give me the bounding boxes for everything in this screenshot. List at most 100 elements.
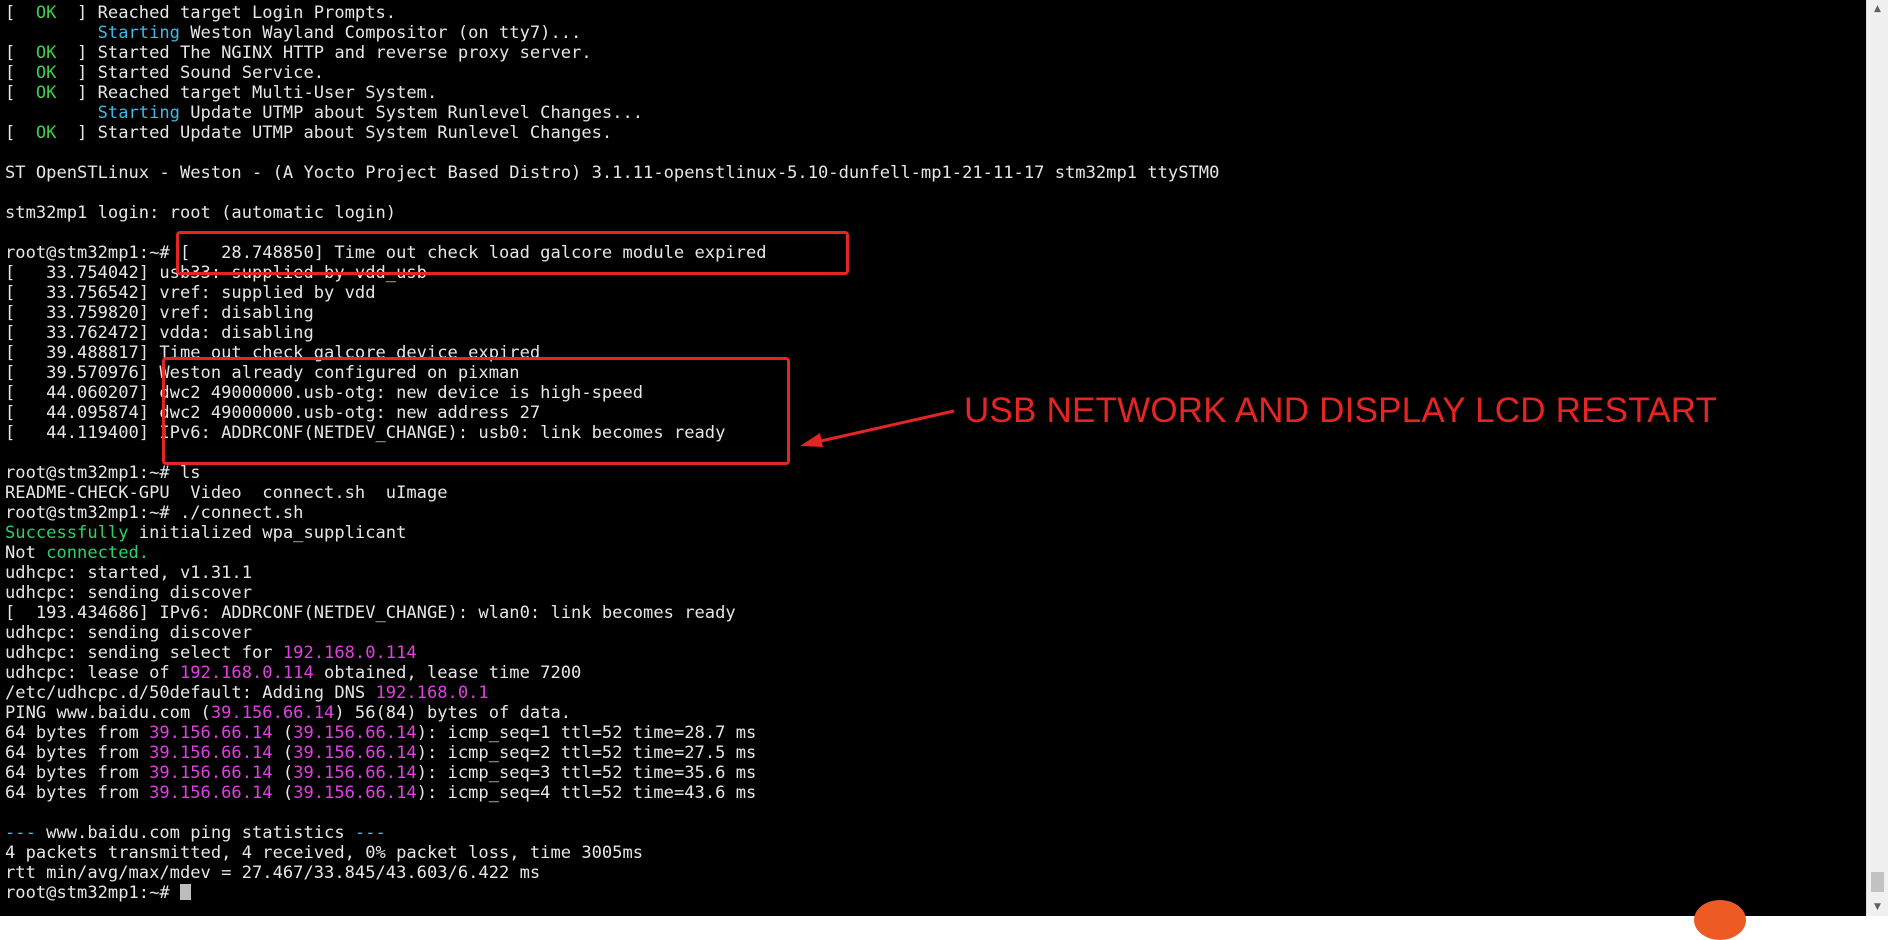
terminal-text: root@stm32mp1:~# — [5, 883, 180, 903]
terminal-line: Successfully initialized wpa_supplicant — [5, 523, 1219, 543]
terminal-text: Weston Wayland Compositor (on tty7)... — [179, 23, 582, 43]
terminal-line: [ 33.756542] vref: supplied by vdd — [5, 283, 1219, 303]
terminal-text: root@stm32mp1:~# ./connect.sh — [5, 503, 304, 523]
terminal-line: udhcpc: sending select for 192.168.0.114 — [5, 643, 1219, 663]
terminal-text: ( — [272, 723, 294, 743]
terminal-text: [ — [5, 3, 36, 23]
terminal-text-success: Successfully — [5, 523, 129, 543]
terminal-line: [ 33.759820] vref: disabling — [5, 303, 1219, 323]
terminal-text: /etc/udhcpc.d/50default: Adding DNS — [5, 683, 376, 703]
terminal-text: README-CHECK-GPU Video connect.sh uImage — [5, 483, 448, 503]
terminal-line: udhcpc: lease of 192.168.0.114 obtained,… — [5, 663, 1219, 683]
terminal-text: Not — [5, 543, 47, 563]
terminal-line: root@stm32mp1:~# ./connect.sh — [5, 503, 1219, 523]
terminal-text: obtained, lease time 7200 — [313, 663, 582, 683]
terminal-text: initialized wpa_supplicant — [128, 523, 407, 543]
annotation-label: USB NETWORK AND DISPLAY LCD RESTART — [964, 391, 1718, 430]
annotation-arrow-icon — [800, 409, 955, 447]
terminal-text: 64 bytes from — [5, 783, 150, 803]
terminal-line: udhcpc: started, v1.31.1 — [5, 563, 1219, 583]
triangle-down-icon[interactable]: ▼ — [1867, 898, 1888, 916]
terminal-text: [ 193.434686] IPv6: ADDRCONF(NETDEV_CHAN… — [5, 603, 736, 623]
terminal-line: [ 33.762472] vdda: disabling — [5, 323, 1219, 343]
terminal-line: root@stm32mp1:~# ls — [5, 463, 1219, 483]
terminal-line: 64 bytes from 39.156.66.14 (39.156.66.14… — [5, 723, 1219, 743]
terminal-text-ip: 39.156.66.14 — [149, 783, 273, 803]
terminal-text: [ — [5, 43, 36, 63]
terminal-text: udhcpc: started, v1.31.1 — [5, 563, 252, 583]
terminal-text: [ — [5, 63, 36, 83]
terminal-line: PING www.baidu.com (39.156.66.14) 56(84)… — [5, 703, 1219, 723]
terminal-line: 4 packets transmitted, 4 received, 0% pa… — [5, 843, 1219, 863]
terminal-text: udhcpc: sending discover — [5, 583, 252, 603]
terminal-text: stm32mp1 login: root (automatic login) — [5, 203, 397, 223]
terminal-text: 4 packets transmitted, 4 received, 0% pa… — [5, 843, 644, 863]
terminal-line: 64 bytes from 39.156.66.14 (39.156.66.14… — [5, 763, 1219, 783]
terminal-text-ip: 192.168.0.114 — [179, 663, 314, 683]
terminal-line: root@stm32mp1:~# — [5, 883, 1219, 903]
terminal-text: PING www.baidu.com ( — [5, 703, 211, 723]
terminal-text: ( — [272, 763, 294, 783]
vertical-scrollbar[interactable]: ▲ ▼ — [1866, 0, 1888, 916]
terminal-text-ip: 39.156.66.14 — [293, 783, 417, 803]
terminal-text: ST OpenSTLinux - Weston - (A Yocto Proje… — [5, 163, 1220, 183]
terminal-text-dashes: --- — [344, 823, 386, 843]
terminal-text: ] Started Sound Service. — [56, 63, 325, 83]
terminal-line: stm32mp1 login: root (automatic login) — [5, 203, 1219, 223]
terminal-line: ST OpenSTLinux - Weston - (A Yocto Proje… — [5, 163, 1219, 183]
annotation-box-galcore — [176, 231, 849, 275]
terminal-text: udhcpc: sending select for — [5, 643, 283, 663]
terminal-text-ip: 39.156.66.14 — [293, 723, 417, 743]
terminal-text: 64 bytes from — [5, 763, 150, 783]
terminal-text-ip: 39.156.66.14 — [149, 743, 273, 763]
terminal-window[interactable]: [ OK ] Reached target Login Prompts. Sta… — [0, 0, 1866, 916]
terminal-text: ] Started The NGINX HTTP and reverse pro… — [56, 43, 592, 63]
terminal-line: [ OK ] Started The NGINX HTTP and revers… — [5, 43, 1219, 63]
terminal-text: ): icmp_seq=4 ttl=52 time=43.6 ms — [416, 783, 757, 803]
terminal-line: [ OK ] Reached target Login Prompts. — [5, 3, 1219, 23]
terminal-text-ok: OK — [35, 63, 57, 83]
terminal-text: udhcpc: sending discover — [5, 623, 252, 643]
scroll-thumb[interactable] — [1871, 872, 1884, 892]
terminal-line: --- www.baidu.com ping statistics --- — [5, 823, 1219, 843]
terminal-line: [ OK ] Started Update UTMP about System … — [5, 123, 1219, 143]
terminal-line: README-CHECK-GPU Video connect.sh uImage — [5, 483, 1219, 503]
terminal-line: [ OK ] Reached target Multi-User System. — [5, 83, 1219, 103]
terminal-text-ip: 39.156.66.14 — [210, 703, 335, 723]
terminal-text: ): icmp_seq=1 ttl=52 time=28.7 ms — [416, 723, 757, 743]
triangle-up-icon[interactable]: ▲ — [1867, 0, 1888, 18]
terminal-line: 64 bytes from 39.156.66.14 (39.156.66.14… — [5, 783, 1219, 803]
terminal-text-ok: OK — [35, 83, 57, 103]
terminal-cursor[interactable] — [179, 884, 191, 900]
terminal-text-ok: OK — [35, 3, 57, 23]
terminal-text-ip: 39.156.66.14 — [149, 763, 273, 783]
terminal-text: ( — [272, 743, 294, 763]
terminal-line: rtt min/avg/max/mdev = 27.467/33.845/43.… — [5, 863, 1219, 883]
terminal-text: [ — [5, 83, 36, 103]
terminal-text: ] Reached target Login Prompts. — [56, 3, 397, 23]
terminal-line: udhcpc: sending discover — [5, 583, 1219, 603]
terminal-text-starting: Starting — [97, 103, 180, 123]
terminal-text: [ 33.756542] vref: supplied by vdd — [5, 283, 376, 303]
terminal-text-ip: 39.156.66.14 — [149, 723, 273, 743]
terminal-text-ip: 192.168.0.114 — [282, 643, 417, 663]
terminal-text-success: connected. — [46, 543, 150, 563]
terminal-text-ok: OK — [35, 43, 57, 63]
terminal-text: ] Started Update UTMP about System Runle… — [56, 123, 613, 143]
terminal-text-ip: 192.168.0.1 — [375, 683, 489, 703]
terminal-line: Starting Weston Wayland Compositor (on t… — [5, 23, 1219, 43]
terminal-line: Starting Update UTMP about System Runlev… — [5, 103, 1219, 123]
terminal-text: 64 bytes from — [5, 723, 150, 743]
terminal-text: 64 bytes from — [5, 743, 150, 763]
terminal-line: udhcpc: sending discover — [5, 623, 1219, 643]
terminal-text: www.baidu.com ping statistics — [46, 823, 345, 843]
app-logo-icon — [1694, 900, 1746, 940]
terminal-line: Not connected. — [5, 543, 1219, 563]
terminal-line: [ OK ] Started Sound Service. — [5, 63, 1219, 83]
terminal-text-ip: 39.156.66.14 — [293, 743, 417, 763]
terminal-line: 64 bytes from 39.156.66.14 (39.156.66.14… — [5, 743, 1219, 763]
terminal-text: root@stm32mp1:~# ls — [5, 463, 201, 483]
terminal-text: [ 33.759820] vref: disabling — [5, 303, 314, 323]
